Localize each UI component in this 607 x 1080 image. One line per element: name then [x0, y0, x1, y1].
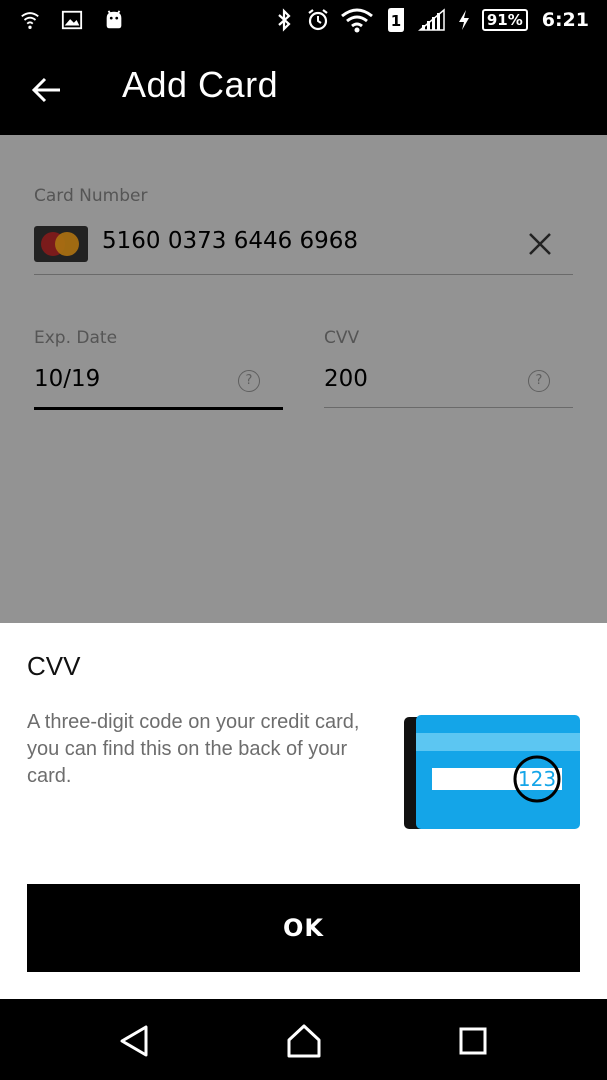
status-bar: 1 91% 6:21 [0, 0, 607, 40]
cvv-info-sheet: CVV A three-digit code on your credit ca… [0, 623, 607, 999]
cvv-input[interactable]: 200 [324, 366, 368, 392]
battery-percent: 91% [481, 9, 528, 31]
ok-button[interactable]: OK [27, 884, 580, 972]
cvv-help-icon[interactable]: ? [528, 370, 550, 392]
card-number-underline [34, 274, 573, 275]
exp-date-label: Exp. Date [34, 328, 118, 348]
app-bar: Add Card [0, 40, 607, 135]
sheet-description: A three-digit code on your credit card, … [27, 711, 360, 787]
android-icon [102, 8, 126, 32]
clock: 6:21 [541, 9, 589, 31]
cvv-underline [324, 407, 573, 408]
recents-icon [459, 1027, 487, 1055]
mastercard-icon [34, 226, 88, 262]
cvv-label: CVV [324, 328, 360, 348]
alarm-icon [306, 8, 330, 32]
image-icon [60, 8, 84, 32]
sim-icon: 1 [384, 8, 408, 32]
card-back-illustration: 123 [404, 715, 580, 831]
triangle-back-icon [120, 1025, 148, 1057]
cvv-example-code: 123 [518, 767, 556, 791]
nav-home-button[interactable] [284, 1021, 324, 1061]
exp-date-underline [34, 407, 283, 410]
clear-card-number-button[interactable] [525, 229, 555, 259]
card-form: Card Number 5160 0373 6446 6968 Exp. Dat… [0, 135, 607, 623]
nav-back-button[interactable] [114, 1021, 154, 1061]
bluetooth-icon [272, 8, 296, 32]
wifi-icon [340, 8, 374, 33]
home-icon [287, 1024, 321, 1058]
sheet-title: CVV [27, 651, 81, 681]
close-icon [529, 233, 551, 255]
card-number-input[interactable]: 5160 0373 6446 6968 [102, 228, 358, 254]
sim-slot-number: 1 [391, 12, 401, 30]
nav-recents-button[interactable] [453, 1021, 493, 1061]
charging-icon [456, 8, 472, 32]
exp-date-help-icon[interactable]: ? [238, 370, 260, 392]
back-button[interactable] [30, 73, 64, 107]
card-number-label: Card Number [34, 186, 148, 206]
exp-date-input[interactable]: 10/19 [34, 366, 100, 392]
arrow-left-icon [31, 77, 60, 103]
page-title: Add Card [122, 64, 279, 105]
signal-icon [417, 8, 446, 32]
cast-icon [18, 8, 42, 32]
navigation-bar [0, 999, 607, 1080]
